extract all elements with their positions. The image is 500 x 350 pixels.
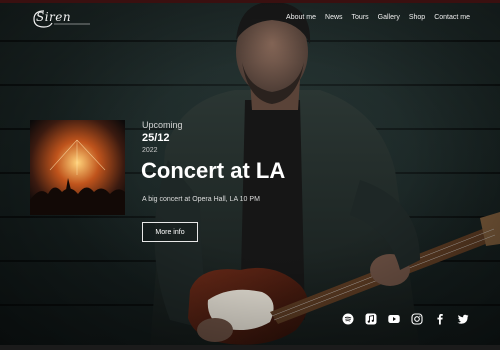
hero-section: Siren About me News Tours Gallery Shop C… [0, 0, 500, 350]
logo-text[interactable]: Siren [36, 10, 71, 24]
more-info-button[interactable]: More info [142, 222, 198, 242]
concert-date: 25/12 [142, 132, 170, 144]
spotify-icon[interactable] [342, 313, 354, 325]
twitter-icon[interactable] [457, 313, 469, 325]
nav-news[interactable]: News [325, 14, 343, 21]
nav-shop[interactable]: Shop [409, 14, 425, 21]
social-links [342, 313, 469, 325]
bottom-bar [0, 345, 500, 350]
concert-thumbnail [30, 120, 125, 215]
youtube-icon[interactable] [388, 313, 400, 325]
concert-title: Concert at LA [141, 158, 286, 183]
main-nav: About me News Tours Gallery Shop Contact… [286, 14, 470, 21]
nav-about-me[interactable]: About me [286, 14, 316, 21]
instagram-icon[interactable] [411, 313, 423, 325]
facebook-icon[interactable] [434, 313, 446, 325]
concert-description: A big concert at Opera Hall, LA 10 PM [142, 196, 260, 203]
music-icon[interactable] [365, 313, 377, 325]
nav-contact-me[interactable]: Contact me [434, 14, 470, 21]
top-accent-bar [0, 0, 500, 3]
concert-year: 2022 [142, 147, 158, 154]
nav-tours[interactable]: Tours [352, 14, 369, 21]
upcoming-label: Upcoming [142, 120, 183, 130]
nav-gallery[interactable]: Gallery [378, 14, 400, 21]
